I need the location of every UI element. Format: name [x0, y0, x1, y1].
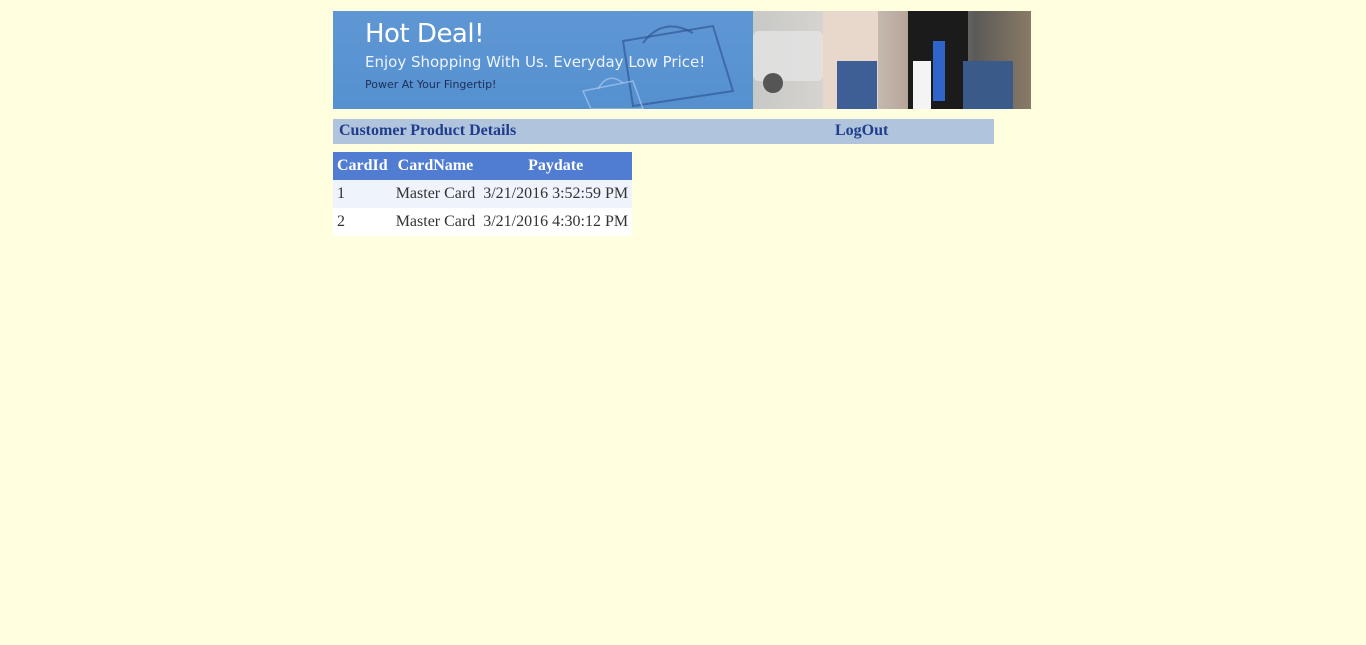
logout-link[interactable]: LogOut	[835, 122, 888, 140]
banner-tagline: Power At Your Fingertip!	[365, 78, 497, 91]
cell-paydate: 3/21/2016 4:30:12 PM	[479, 208, 633, 236]
banner-text-panel: Hot Deal! Enjoy Shopping With Us. Everyd…	[333, 11, 753, 109]
column-header-paydate: Paydate	[479, 152, 633, 180]
table-row: 1 Master Card 3/21/2016 3:52:59 PM	[333, 180, 633, 208]
header-bar: Customer Product Details LogOut	[333, 119, 994, 144]
banner-title: Hot Deal!	[365, 19, 485, 49]
page: Hot Deal! Enjoy Shopping With Us. Everyd…	[0, 0, 1366, 645]
table-header-row: CardId CardName Paydate	[333, 152, 633, 180]
table-row: 2 Master Card 3/21/2016 4:30:12 PM	[333, 208, 633, 236]
page-title: Customer Product Details	[339, 122, 517, 139]
hot-deal-banner: Hot Deal! Enjoy Shopping With Us. Everyd…	[333, 11, 1031, 109]
cell-cardname: Master Card	[391, 180, 480, 208]
cell-paydate: 3/21/2016 3:52:59 PM	[479, 180, 633, 208]
cell-cardid: 2	[333, 208, 392, 236]
column-header-cardid: CardId	[333, 152, 392, 180]
cell-cardname: Master Card	[391, 208, 480, 236]
shoppers-photo	[753, 11, 1031, 109]
cell-cardid: 1	[333, 180, 392, 208]
card-details-table: CardId CardName Paydate 1 Master Card 3/…	[333, 152, 633, 236]
banner-subtitle: Enjoy Shopping With Us. Everyday Low Pri…	[365, 53, 706, 71]
column-header-cardname: CardName	[391, 152, 480, 180]
